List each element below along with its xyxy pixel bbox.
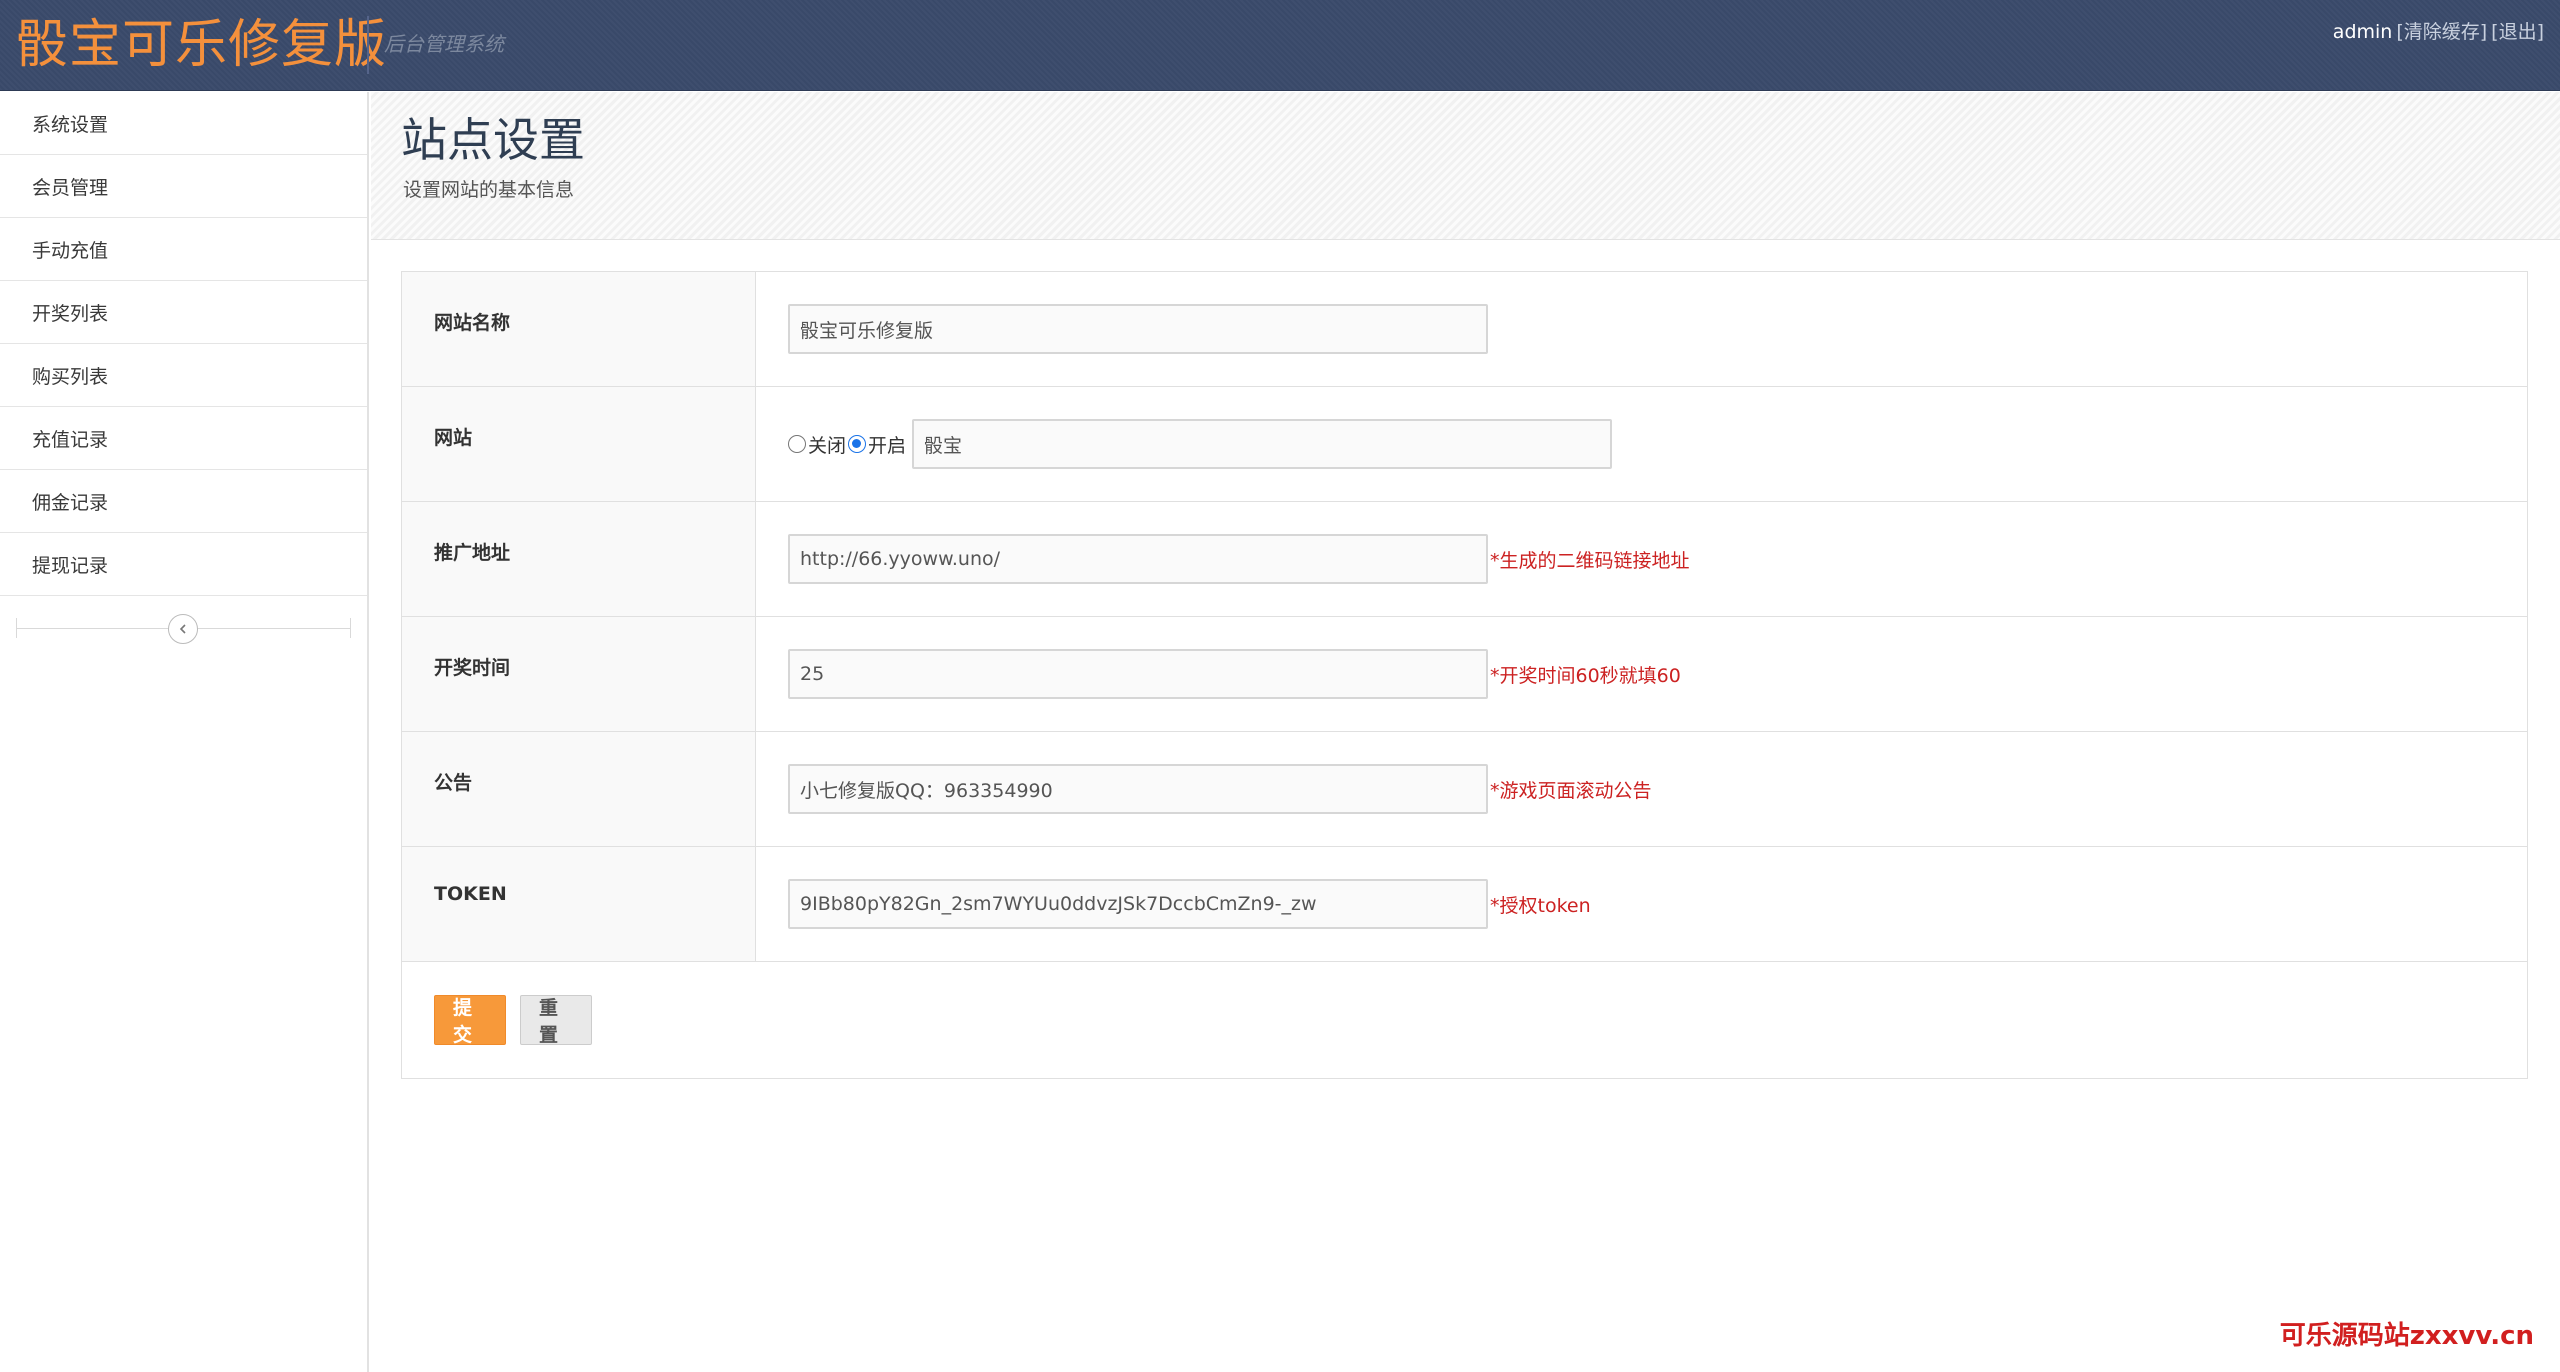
brand-divider (367, 16, 369, 74)
promo-url-hint: *生成的二维码链接地址 (1490, 549, 1690, 572)
form-row-notice: 公告 *游戏页面滚动公告 (402, 732, 2527, 847)
sidebar-item-commission-records[interactable]: 佣金记录 (0, 470, 367, 533)
form-row-site-name: 网站名称 (402, 272, 2527, 387)
sidebar-item-manual-recharge[interactable]: 手动充值 (0, 218, 367, 281)
settings-form: 网站名称 网站 关闭 开启 推广地址 *生成的二维码链接地址 开奖时间 *开奖时… (401, 271, 2528, 1079)
submit-button[interactable]: 提交 (434, 994, 506, 1046)
user-menu: admin [清除缓存] [退出] (2333, 18, 2544, 46)
draw-time-input[interactable] (788, 649, 1488, 699)
promo-url-input[interactable] (788, 534, 1488, 584)
sidebar-collapse-bar (0, 596, 367, 662)
form-actions: 提交 重置 (402, 962, 2527, 1077)
sidebar-item-draw-list[interactable]: 开奖列表 (0, 281, 367, 344)
notice-field-wrap: *游戏页面滚动公告 (756, 732, 2527, 846)
site-name-input[interactable] (788, 304, 1488, 354)
promo-url-label: 推广地址 (402, 502, 756, 616)
notice-input[interactable] (788, 764, 1488, 814)
brand-subtitle: 后台管理系统 (384, 32, 504, 56)
token-label: TOKEN (402, 847, 756, 961)
reset-button[interactable]: 重置 (520, 994, 592, 1046)
logout-link[interactable]: [退出] (2491, 18, 2544, 46)
token-hint: *授权token (1490, 894, 1591, 917)
form-row-site: 网站 关闭 开启 (402, 387, 2527, 502)
sidebar: 系统设置 会员管理 手动充值 开奖列表 购买列表 充值记录 佣金记录 提现记录 (0, 92, 369, 1372)
page-header: 站点设置 设置网站的基本信息 (371, 92, 2560, 240)
watermark: 可乐源码站zxxvv.cn (2279, 1321, 2534, 1351)
page-subtitle: 设置网站的基本信息 (403, 179, 575, 201)
token-input[interactable] (788, 879, 1488, 929)
site-on-radio[interactable] (848, 435, 867, 453)
sidebar-item-recharge-records[interactable]: 充值记录 (0, 407, 367, 470)
site-name-label: 网站名称 (402, 272, 756, 386)
chevron-left-icon[interactable] (168, 614, 198, 644)
token-field-wrap: *授权token (756, 847, 2527, 961)
site-status-radio-group: 关闭 开启 (788, 431, 908, 458)
notice-label: 公告 (402, 732, 756, 846)
site-label: 网站 (402, 387, 756, 501)
site-on-label[interactable]: 开启 (868, 431, 906, 458)
sidebar-item-member-management[interactable]: 会员管理 (0, 155, 367, 218)
draw-time-hint: *开奖时间60秒就填60 (1490, 664, 1681, 687)
page-title: 站点设置 (401, 113, 585, 167)
draw-time-field-wrap: *开奖时间60秒就填60 (756, 617, 2527, 731)
site-off-radio[interactable] (788, 435, 806, 453)
site-name-short-input[interactable] (912, 419, 1613, 469)
top-navbar: 骰宝可乐修复版 后台管理系统 admin [清除缓存] [退出] (0, 0, 2560, 91)
site-name-field-wrap (756, 272, 2527, 386)
form-row-promo-url: 推广地址 *生成的二维码链接地址 (402, 502, 2527, 617)
sidebar-item-system-settings[interactable]: 系统设置 (0, 92, 367, 155)
sidebar-item-purchase-list[interactable]: 购买列表 (0, 344, 367, 407)
promo-url-field-wrap: *生成的二维码链接地址 (756, 502, 2527, 616)
username: admin (2332, 21, 2393, 43)
form-row-token: TOKEN *授权token (402, 847, 2527, 962)
notice-hint: *游戏页面滚动公告 (1490, 779, 1652, 802)
clear-cache-link[interactable]: [清除缓存] (2396, 18, 2487, 46)
draw-time-label: 开奖时间 (402, 617, 756, 731)
brand-logo-text[interactable]: 骰宝可乐修复版 (16, 10, 387, 80)
site-field-wrap: 关闭 开启 (756, 387, 2527, 501)
form-row-draw-time: 开奖时间 *开奖时间60秒就填60 (402, 617, 2527, 732)
sidebar-item-withdraw-records[interactable]: 提现记录 (0, 533, 367, 596)
site-off-label[interactable]: 关闭 (808, 431, 846, 458)
sidebar-menu: 系统设置 会员管理 手动充值 开奖列表 购买列表 充值记录 佣金记录 提现记录 (0, 92, 367, 596)
